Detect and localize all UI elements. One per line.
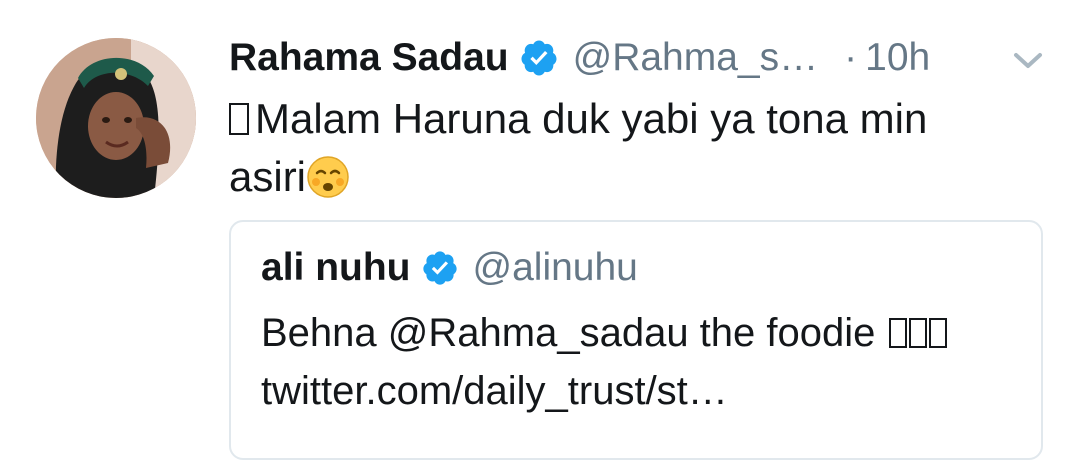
tweet-text-line-2-content: asiri xyxy=(229,153,307,200)
tweet-header: Rahama Sadau @Rahma_s… · 10h xyxy=(229,32,930,84)
verified-badge-icon xyxy=(521,40,557,76)
avatar[interactable] xyxy=(36,38,196,198)
quoted-user-handle: @alinuhu xyxy=(472,246,638,289)
timestamp[interactable]: 10h xyxy=(865,36,930,80)
quoted-tweet-text: Behna @Rahma_sadau the foodie twitter.co… xyxy=(261,304,1031,420)
separator-dot: · xyxy=(844,36,858,79)
quoted-text-line-1: Behna @Rahma_sadau the foodie xyxy=(261,304,1031,362)
flushed-face-icon xyxy=(307,156,349,198)
quoted-display-name: ali nuhu xyxy=(261,246,411,289)
user-handle[interactable]: @Rahma_s… xyxy=(573,36,819,80)
quoted-link[interactable]: twitter.com/daily_trust/st… xyxy=(261,362,1031,420)
display-name[interactable]: Rahama Sadau xyxy=(229,36,509,80)
missing-glyph-icon xyxy=(229,103,249,135)
quoted-tweet-header: ali nuhu @alinuhu xyxy=(261,242,638,294)
avatar-photo xyxy=(36,38,196,198)
missing-glyph-icon xyxy=(888,318,907,348)
chevron-down-icon[interactable] xyxy=(1012,50,1044,72)
tweet-text-line-1-content: Malam Haruna duk yabi ya tona min xyxy=(255,95,928,142)
missing-glyph-icon xyxy=(908,318,927,348)
missing-glyph-icon xyxy=(928,318,947,348)
quoted-tweet-card[interactable]: ali nuhu @alinuhu Behna @Rahma_sadau the… xyxy=(229,220,1043,460)
tweet-text: Malam Haruna duk yabi ya tona min asiri xyxy=(229,90,1029,206)
tweet-text-line-1: Malam Haruna duk yabi ya tona min xyxy=(229,90,1029,148)
quoted-text-line-1-content: Behna @Rahma_sadau the foodie xyxy=(261,311,876,355)
verified-badge-icon xyxy=(422,251,457,285)
tweet-text-line-2: asiri xyxy=(229,148,1029,206)
